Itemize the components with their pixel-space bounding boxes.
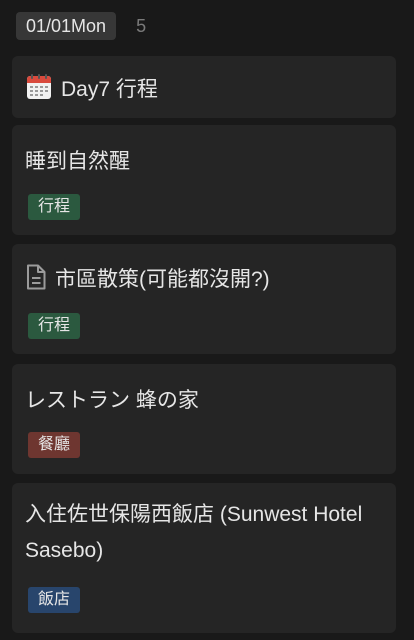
document-icon (25, 264, 47, 296)
board-column: 01/01Mon 5 Day7 行程 睡到自然醒 行程 市區散策(可能都沒開?)… (0, 0, 414, 640)
tag-itinerary: 行程 (28, 313, 81, 339)
card-sleep-in[interactable]: 睡到自然醒 行程 (12, 125, 396, 235)
card-day7[interactable]: Day7 行程 (12, 56, 396, 118)
card-title-row: 市區散策(可能都沒開?) (25, 263, 270, 296)
card-title: 睡到自然醒 (25, 150, 130, 173)
card-hotel[interactable]: 入住佐世保陽西飯店 (Sunwest Hotel Sasebo) 飯店 (12, 483, 396, 633)
card-title: Day7 行程 (61, 78, 158, 101)
card-title: レストラン 蜂の家 (25, 389, 199, 412)
tag-restaurant: 餐廳 (28, 432, 81, 458)
group-header: 01/01Mon 5 (16, 12, 146, 40)
group-date-label[interactable]: 01/01Mon (16, 12, 117, 40)
group-count: 5 (136, 15, 147, 36)
card-title: 入住佐世保陽西飯店 (Sunwest Hotel Sasebo) (25, 503, 363, 562)
card-city-walk[interactable]: 市區散策(可能都沒開?) 行程 (12, 244, 396, 354)
calendar-icon (25, 73, 53, 107)
tag-itinerary: 行程 (28, 194, 81, 220)
tag-hotel: 飯店 (28, 587, 81, 613)
card-title-row: Day7 行程 (25, 73, 158, 107)
card-restaurant[interactable]: レストラン 蜂の家 餐廳 (12, 364, 396, 474)
card-title: 市區散策(可能都沒開?) (55, 268, 270, 291)
